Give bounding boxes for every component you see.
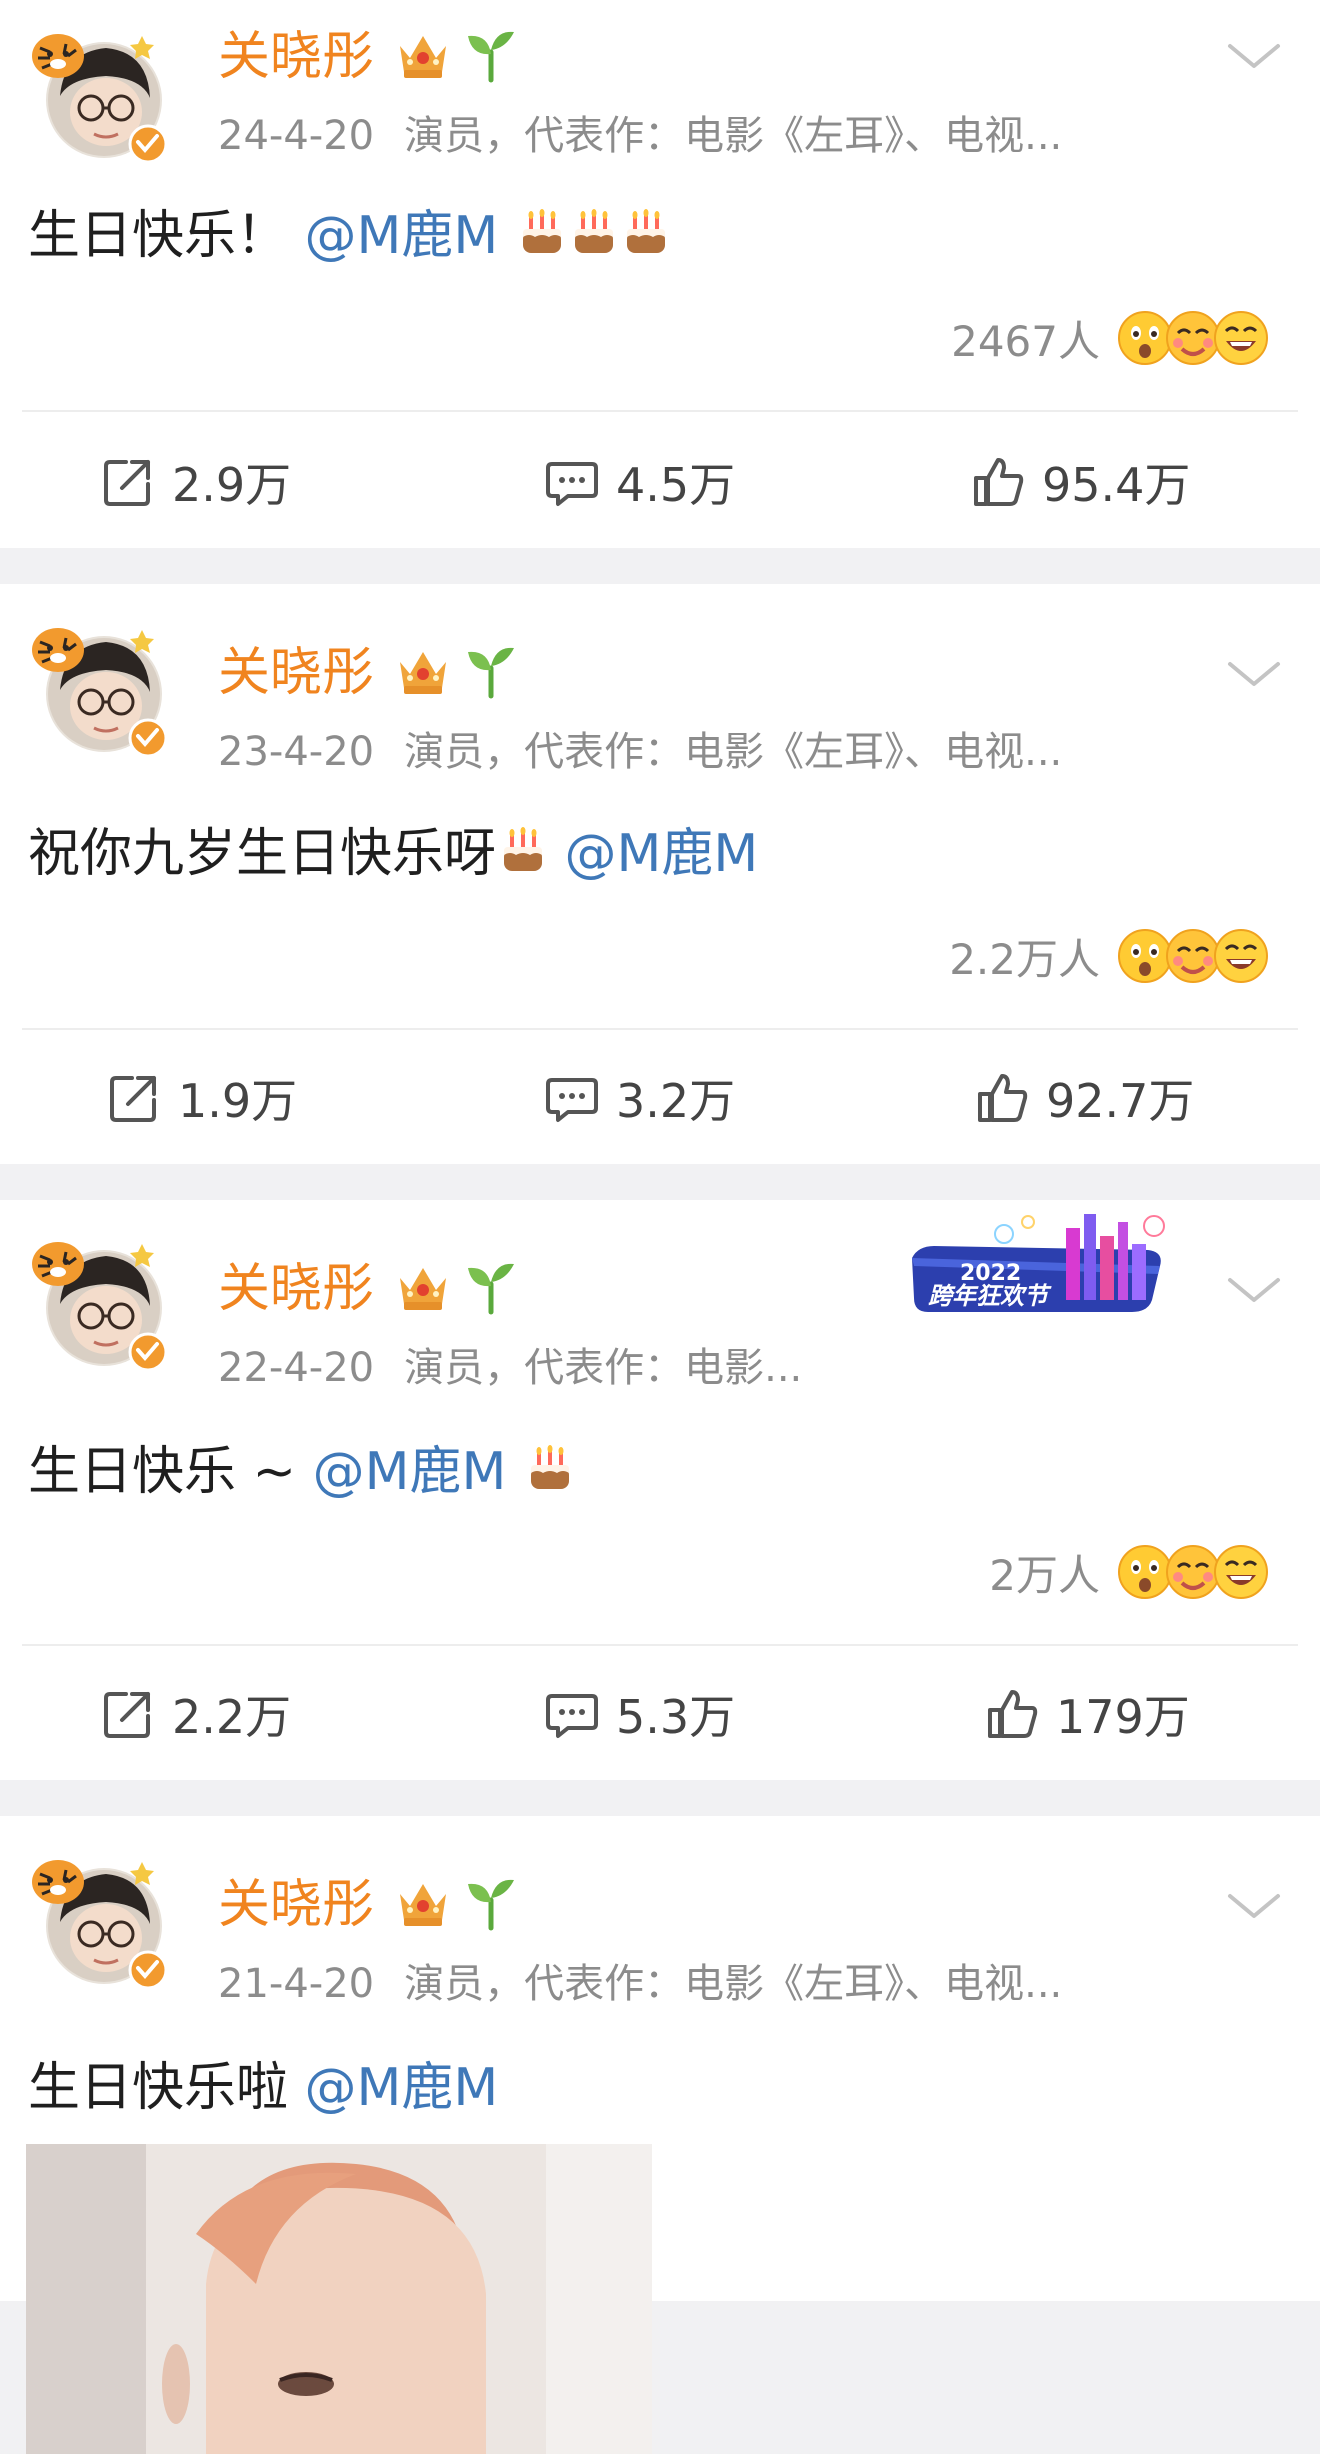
mention-link[interactable]: @M鹿M (305, 2058, 499, 2118)
avatar[interactable] (24, 22, 174, 162)
post-meta: 24-4-20 演员，代表作：电影《左耳》、电视... (218, 110, 1062, 162)
chevron-down-icon[interactable] (1224, 38, 1284, 74)
post-body: 祝你九岁生日快乐呀 (28, 824, 497, 884)
post-card: 关晓彤 24-4-20 演员，代表作：电影《左耳》、电视... 生日快乐！ @M鹿… (0, 0, 1320, 548)
laugh-emoji-icon (1212, 309, 1270, 367)
like-icon (984, 1686, 1040, 1742)
post-text: 生日快乐！ @M鹿M (28, 200, 671, 272)
post-text: 生日快乐啦 @M鹿M (28, 2052, 498, 2124)
like-icon (970, 454, 1026, 510)
cake-icon (498, 827, 548, 877)
like-button[interactable]: 92.7万 (974, 1048, 1194, 1148)
share-count: 2.9万 (172, 458, 292, 512)
comment-button[interactable]: 5.3万 (544, 1664, 735, 1764)
reaction-count: 2.2万人 (949, 934, 1100, 984)
sprout-badge-icon[interactable] (462, 1874, 520, 1932)
mention-link[interactable]: @M鹿M (565, 824, 759, 884)
cake-icon (525, 1445, 575, 1495)
like-count: 95.4万 (1042, 458, 1191, 512)
share-icon (100, 1686, 156, 1742)
reactions[interactable]: 2.2万人 (949, 924, 1270, 988)
user-bio: 演员，代表作：电影《左耳》、电视... (404, 1961, 1063, 2007)
new-year-festival-banner[interactable]: 2022 跨年狂欢节 (908, 1200, 1198, 1330)
divider (22, 1644, 1298, 1646)
chevron-down-icon[interactable] (1224, 1888, 1284, 1924)
post-meta: 23-4-20 演员，代表作：电影《左耳》、电视... (218, 726, 1062, 778)
crown-badge-icon[interactable] (394, 28, 452, 82)
laugh-emoji-icon (1212, 1543, 1270, 1601)
action-bar: 2.2万 5.3万 179万 (0, 1664, 1320, 1764)
mention-link[interactable]: @M鹿M (305, 206, 499, 266)
like-count: 179万 (1056, 1690, 1190, 1744)
crown-badge-icon[interactable] (394, 1260, 452, 1314)
user-bio: 演员，代表作：电影《左耳》、电视... (404, 113, 1063, 159)
username[interactable]: 关晓彤 (218, 1872, 374, 1938)
post-photo[interactable] (26, 2144, 652, 2454)
cake-icon (621, 209, 671, 259)
avatar[interactable] (24, 1230, 174, 1370)
post-card: 关晓彤 21-4-20 演员，代表作：电影《左耳》、电视... 生日快乐啦 @M鹿… (0, 1816, 1320, 2454)
sprout-badge-icon[interactable] (462, 26, 520, 84)
comment-count: 3.2万 (616, 1074, 736, 1128)
crown-badge-icon[interactable] (394, 1876, 452, 1930)
post-body: 生日快乐啦 (28, 2058, 289, 2118)
reaction-count: 2467人 (951, 316, 1100, 366)
post-card: 关晓彤 2022 跨年狂欢节 22-4-20 演员，代表作：电影... 生日快乐 … (0, 1200, 1320, 1780)
comment-button[interactable]: 3.2万 (544, 1048, 735, 1148)
username[interactable]: 关晓彤 (218, 24, 374, 90)
post-meta: 22-4-20 演员，代表作：电影... (218, 1342, 802, 1394)
reactions[interactable]: 2467人 (951, 306, 1270, 370)
comment-button[interactable]: 4.5万 (544, 432, 735, 532)
like-icon (974, 1070, 1030, 1126)
reactions[interactable]: 2万人 (989, 1540, 1270, 1604)
share-count: 1.9万 (178, 1074, 298, 1128)
post-card: 关晓彤 23-4-20 演员，代表作：电影《左耳》、电视... 祝你九岁生日快乐呀… (0, 584, 1320, 1164)
banner-title: 跨年狂欢节 (928, 1282, 1052, 1310)
action-bar: 2.9万 4.5万 95.4万 (0, 432, 1320, 532)
share-button[interactable]: 2.9万 (100, 432, 291, 532)
divider (22, 1028, 1298, 1030)
username[interactable]: 关晓彤 (218, 640, 374, 706)
post-meta: 21-4-20 演员，代表作：电影《左耳》、电视... (218, 1958, 1062, 2010)
like-button[interactable]: 95.4万 (970, 432, 1190, 532)
comment-icon (544, 1686, 600, 1742)
comment-count: 4.5万 (616, 458, 736, 512)
chevron-down-icon[interactable] (1224, 1272, 1284, 1308)
like-count: 92.7万 (1046, 1074, 1195, 1128)
post-date: 22-4-20 (218, 1345, 375, 1391)
crown-badge-icon[interactable] (394, 644, 452, 698)
avatar[interactable] (24, 616, 174, 756)
action-bar: 1.9万 3.2万 92.7万 (0, 1048, 1320, 1148)
post-text: 生日快乐 ~ @M鹿M (28, 1436, 575, 1508)
cake-icon (517, 209, 567, 259)
post-body: 生日快乐 ~ (28, 1442, 297, 1502)
user-bio: 演员，代表作：电影《左耳》、电视... (404, 729, 1063, 775)
chevron-down-icon[interactable] (1224, 656, 1284, 692)
comment-icon (544, 454, 600, 510)
divider (22, 410, 1298, 412)
sprout-badge-icon[interactable] (462, 1258, 520, 1316)
post-body: 生日快乐！ (28, 206, 289, 266)
user-bio: 演员，代表作：电影... (404, 1345, 803, 1391)
avatar[interactable] (24, 1848, 174, 1988)
comment-count: 5.3万 (616, 1690, 736, 1744)
post-date: 21-4-20 (218, 1961, 375, 2007)
post-date: 24-4-20 (218, 113, 375, 159)
post-date: 23-4-20 (218, 729, 375, 775)
sprout-badge-icon[interactable] (462, 642, 520, 700)
share-icon (100, 454, 156, 510)
post-text: 祝你九岁生日快乐呀 @M鹿M (28, 818, 758, 890)
share-count: 2.2万 (172, 1690, 292, 1744)
username[interactable]: 关晓彤 (218, 1256, 374, 1322)
reaction-count: 2万人 (989, 1550, 1100, 1600)
share-button[interactable]: 2.2万 (100, 1664, 291, 1764)
mention-link[interactable]: @M鹿M (313, 1442, 507, 1502)
share-button[interactable]: 1.9万 (106, 1048, 297, 1148)
laugh-emoji-icon (1212, 927, 1270, 985)
cake-icon (569, 209, 619, 259)
comment-icon (544, 1070, 600, 1126)
like-button[interactable]: 179万 (984, 1664, 1190, 1764)
share-icon (106, 1070, 162, 1126)
